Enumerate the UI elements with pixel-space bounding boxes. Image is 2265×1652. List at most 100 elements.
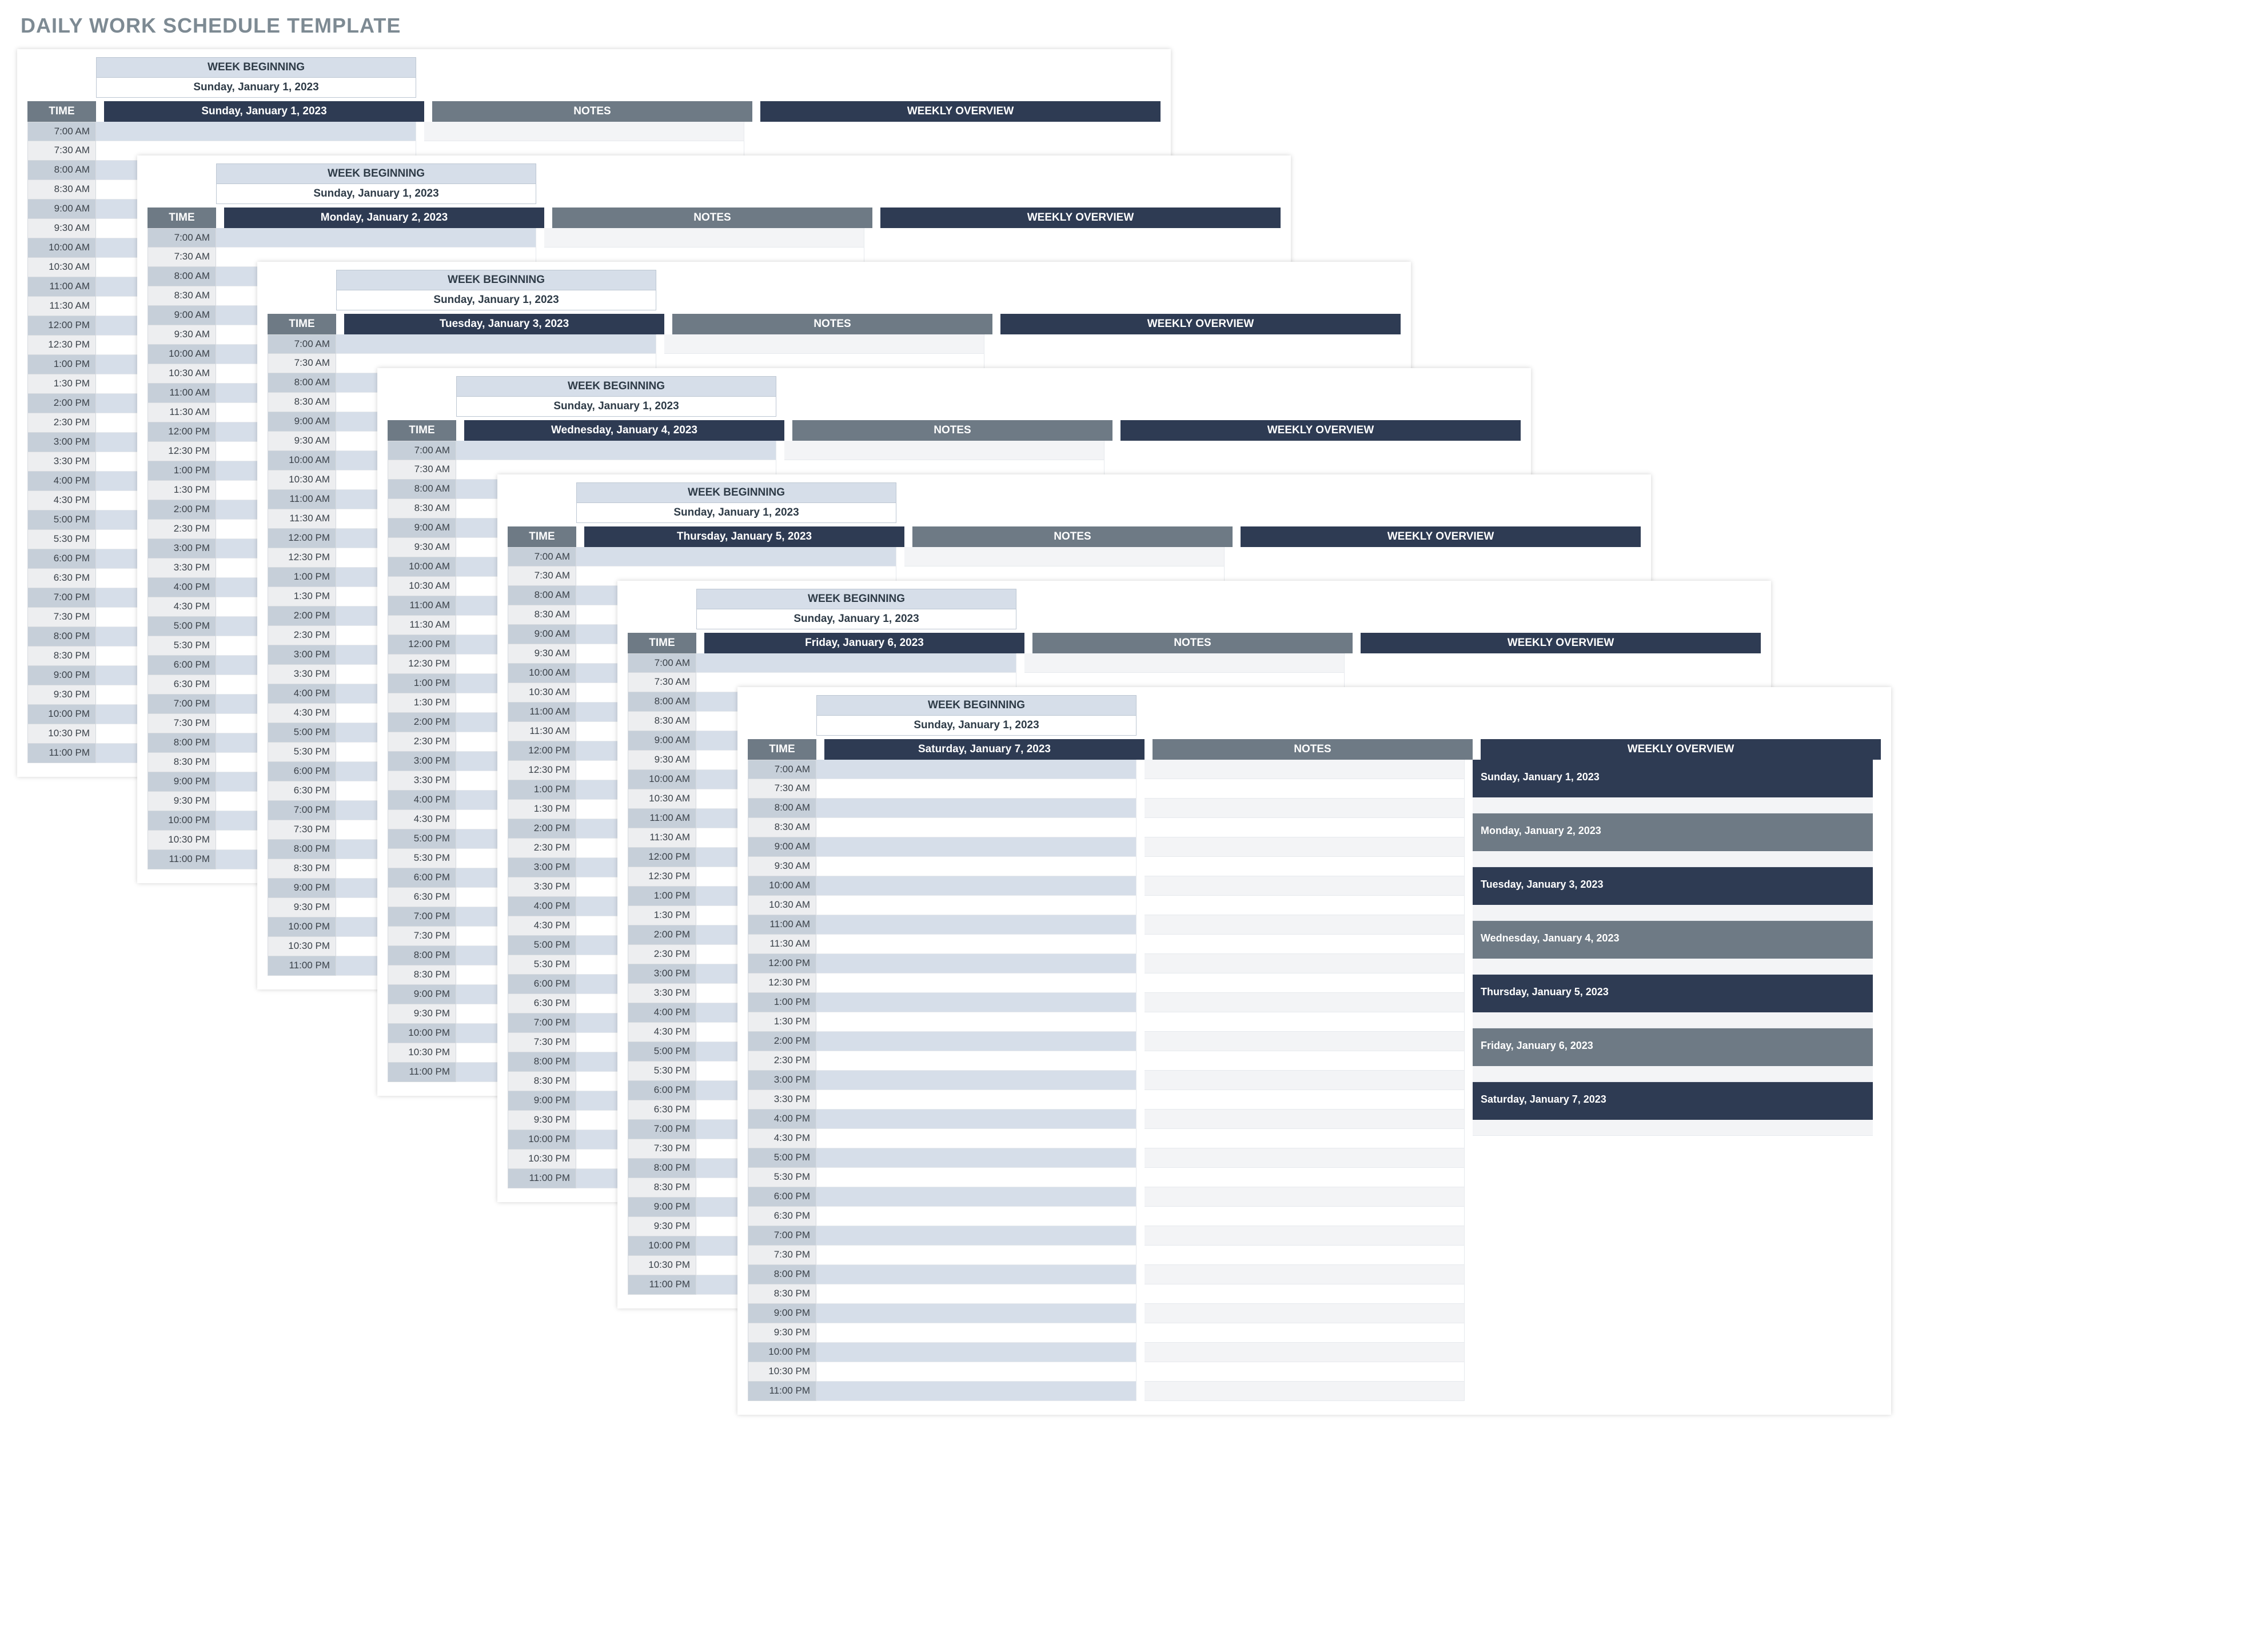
- notes-line[interactable]: [1145, 1071, 1465, 1090]
- notes-line[interactable]: [784, 441, 1104, 460]
- schedule-slot[interactable]: [816, 876, 1137, 896]
- schedule-slot[interactable]: [816, 1207, 1137, 1226]
- schedule-slot[interactable]: [816, 1032, 1137, 1051]
- overview-entry[interactable]: [1473, 851, 1873, 867]
- schedule-slot[interactable]: [816, 1148, 1137, 1168]
- schedule-slot[interactable]: [816, 837, 1137, 857]
- overview-item: Thursday, January 5, 2023: [1473, 975, 1873, 1028]
- schedule-slot[interactable]: [696, 653, 1016, 673]
- time-cell: 9:30 PM: [27, 685, 96, 705]
- schedule-slot[interactable]: [816, 1051, 1137, 1071]
- schedule-slot[interactable]: [816, 1071, 1137, 1090]
- schedule-slot[interactable]: [816, 1284, 1137, 1304]
- schedule-slot[interactable]: [336, 334, 656, 354]
- time-cell: 3:00 PM: [748, 1071, 816, 1090]
- notes-line[interactable]: [1145, 1265, 1465, 1284]
- header-time: TIME: [388, 420, 456, 441]
- schedule-slot[interactable]: [816, 973, 1137, 993]
- schedule-slot[interactable]: [816, 857, 1137, 876]
- notes-line[interactable]: [1145, 1129, 1465, 1148]
- schedule-slot[interactable]: [816, 1246, 1137, 1265]
- time-cell: 3:00 PM: [508, 858, 576, 877]
- overview-entry[interactable]: [1473, 1066, 1873, 1082]
- schedule-slot[interactable]: [816, 935, 1137, 954]
- schedule-slot[interactable]: [816, 1187, 1137, 1207]
- time-cell: 10:30 AM: [628, 789, 696, 809]
- notes-line[interactable]: [1145, 935, 1465, 954]
- notes-line[interactable]: [1145, 818, 1465, 837]
- notes-line[interactable]: [1145, 1148, 1465, 1168]
- time-cell: 1:30 PM: [147, 481, 216, 500]
- notes-line[interactable]: [1145, 1090, 1465, 1110]
- schedule-slot[interactable]: [816, 896, 1137, 915]
- notes-line[interactable]: [664, 334, 984, 354]
- notes-line[interactable]: [1145, 1323, 1465, 1343]
- schedule-slot[interactable]: [816, 1012, 1137, 1032]
- notes-line[interactable]: [544, 228, 864, 248]
- time-cell: 7:00 AM: [27, 122, 96, 141]
- notes-line[interactable]: [1145, 915, 1465, 935]
- notes-line[interactable]: [1145, 1051, 1465, 1071]
- overview-entry[interactable]: [1473, 905, 1873, 921]
- notes-line[interactable]: [1145, 1304, 1465, 1323]
- notes-line[interactable]: [1145, 1207, 1465, 1226]
- notes-line[interactable]: [1145, 1187, 1465, 1207]
- schedule-slot[interactable]: [816, 1304, 1137, 1323]
- notes-line[interactable]: [1145, 1168, 1465, 1187]
- notes-line[interactable]: [1145, 993, 1465, 1012]
- schedule-slot[interactable]: [816, 1323, 1137, 1343]
- schedule-slot[interactable]: [96, 122, 416, 141]
- header-notes: NOTES: [1153, 739, 1473, 760]
- schedule-slot[interactable]: [816, 799, 1137, 818]
- notes-line[interactable]: [1145, 896, 1465, 915]
- notes-line[interactable]: [1145, 973, 1465, 993]
- notes-line[interactable]: [1145, 954, 1465, 973]
- notes-line[interactable]: [904, 547, 1225, 566]
- time-cell: 10:00 PM: [27, 705, 96, 724]
- schedule-slot[interactable]: [576, 547, 896, 566]
- schedule-slot[interactable]: [816, 1362, 1137, 1382]
- schedule-slot[interactable]: [816, 818, 1137, 837]
- overview-entry[interactable]: [1473, 1120, 1873, 1136]
- schedule-slot[interactable]: [816, 1382, 1137, 1401]
- notes-line[interactable]: [1145, 857, 1465, 876]
- notes-line[interactable]: [1145, 1382, 1465, 1401]
- time-row: 9:00 PM: [748, 1304, 1137, 1323]
- schedule-slot[interactable]: [816, 1129, 1137, 1148]
- header-notes: NOTES: [792, 420, 1112, 441]
- schedule-slot[interactable]: [816, 760, 1137, 779]
- schedule-slot[interactable]: [816, 1110, 1137, 1129]
- notes-line[interactable]: [1145, 1284, 1465, 1304]
- notes-line[interactable]: [1145, 779, 1465, 799]
- notes-line[interactable]: [1145, 1012, 1465, 1032]
- notes-line[interactable]: [1145, 1362, 1465, 1382]
- overview-day-label: Saturday, January 7, 2023: [1473, 1082, 1873, 1120]
- schedule-slot[interactable]: [816, 915, 1137, 935]
- schedule-slot[interactable]: [816, 1343, 1137, 1362]
- overview-entry[interactable]: [1473, 797, 1873, 813]
- notes-line[interactable]: [424, 122, 744, 141]
- notes-line[interactable]: [1145, 876, 1465, 896]
- schedule-slot[interactable]: [816, 954, 1137, 973]
- schedule-slot[interactable]: [816, 1090, 1137, 1110]
- notes-line[interactable]: [1145, 1246, 1465, 1265]
- schedule-slot[interactable]: [816, 1265, 1137, 1284]
- notes-line[interactable]: [1145, 760, 1465, 779]
- notes-line[interactable]: [1024, 653, 1345, 673]
- schedule-slot[interactable]: [816, 1226, 1137, 1246]
- time-row: 8:00 AM: [748, 799, 1137, 818]
- notes-line[interactable]: [1145, 837, 1465, 857]
- schedule-slot[interactable]: [816, 1168, 1137, 1187]
- notes-line[interactable]: [1145, 1343, 1465, 1362]
- notes-line[interactable]: [1145, 1032, 1465, 1051]
- schedule-slot[interactable]: [456, 441, 776, 460]
- schedule-slot[interactable]: [216, 228, 536, 248]
- notes-line[interactable]: [1145, 1226, 1465, 1246]
- notes-line[interactable]: [1145, 1110, 1465, 1129]
- overview-entry[interactable]: [1473, 959, 1873, 975]
- schedule-slot[interactable]: [816, 779, 1137, 799]
- notes-line[interactable]: [1145, 799, 1465, 818]
- overview-entry[interactable]: [1473, 1012, 1873, 1028]
- time-cell: 9:30 AM: [147, 325, 216, 345]
- schedule-slot[interactable]: [816, 993, 1137, 1012]
